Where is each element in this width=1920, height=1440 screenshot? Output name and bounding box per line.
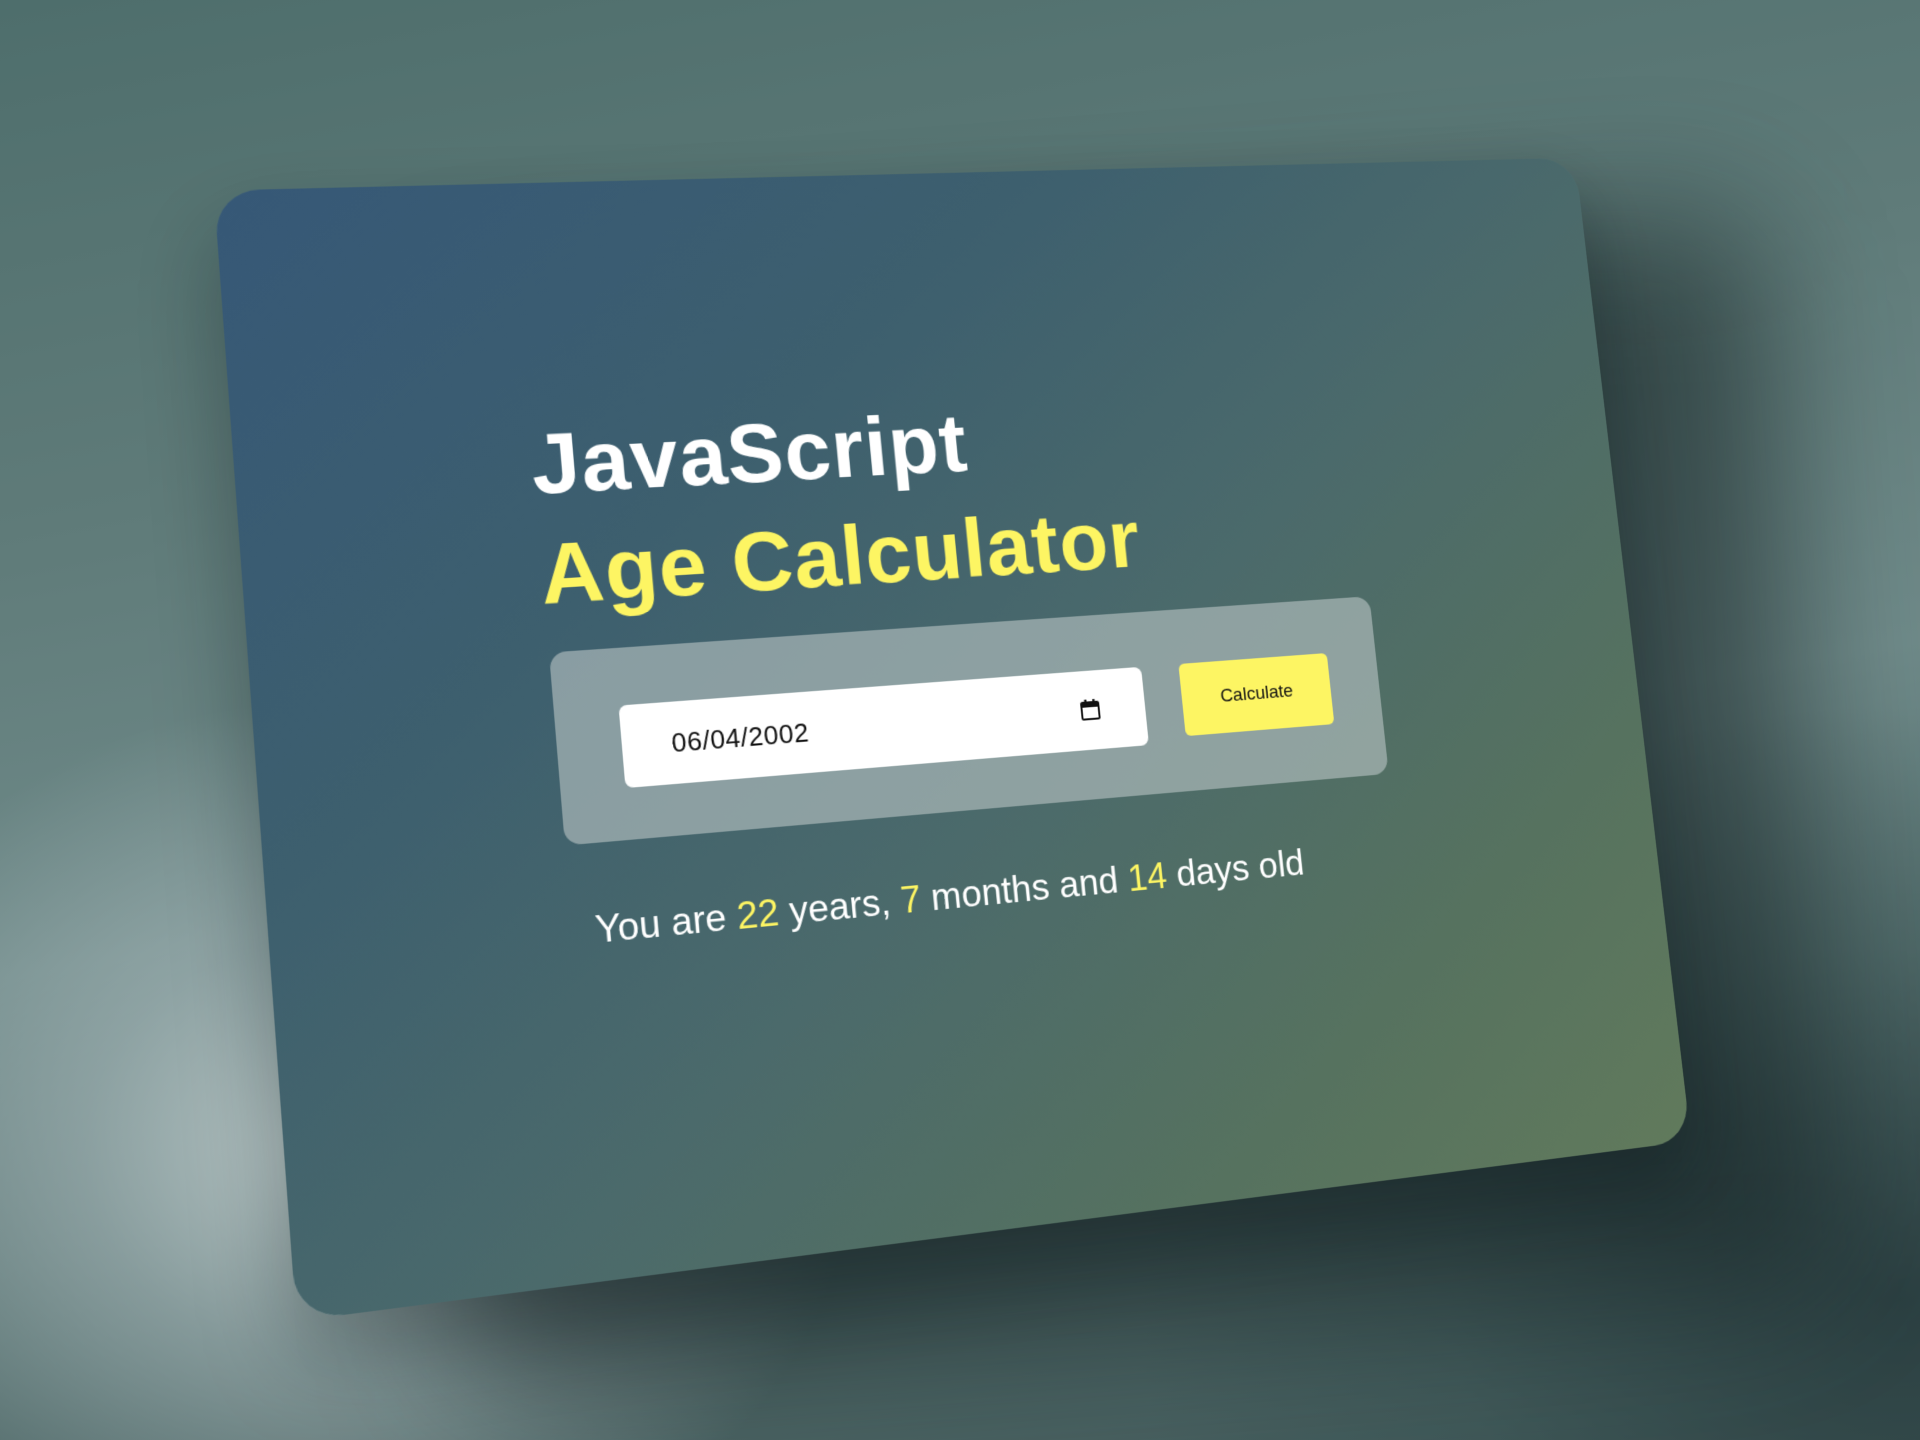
result-prefix: You are [593,895,738,951]
calculate-button[interactable]: Calculate [1178,653,1334,736]
result-months-label: months and [919,859,1130,920]
title-javascript: JavaScript [527,395,971,514]
age-calculator-card: JavaScript Age Calculator 06/04/2002 Cal… [214,158,1691,1321]
birthdate-value: 06/04/2002 [670,716,810,758]
result-years-label: years, [777,880,903,934]
age-result: You are 22 years, 7 months and 14 days o… [593,842,1306,952]
result-days: 14 [1126,855,1169,899]
input-panel: 06/04/2002 Calculate [549,596,1389,845]
result-years: 22 [735,891,781,937]
page-background: JavaScript Age Calculator 06/04/2002 Cal… [0,0,1920,1440]
title-age-calculator: Age Calculator [536,491,1144,624]
result-days-label: days old [1165,842,1307,895]
calendar-icon[interactable] [1080,698,1101,721]
birthdate-input[interactable]: 06/04/2002 [618,667,1149,788]
